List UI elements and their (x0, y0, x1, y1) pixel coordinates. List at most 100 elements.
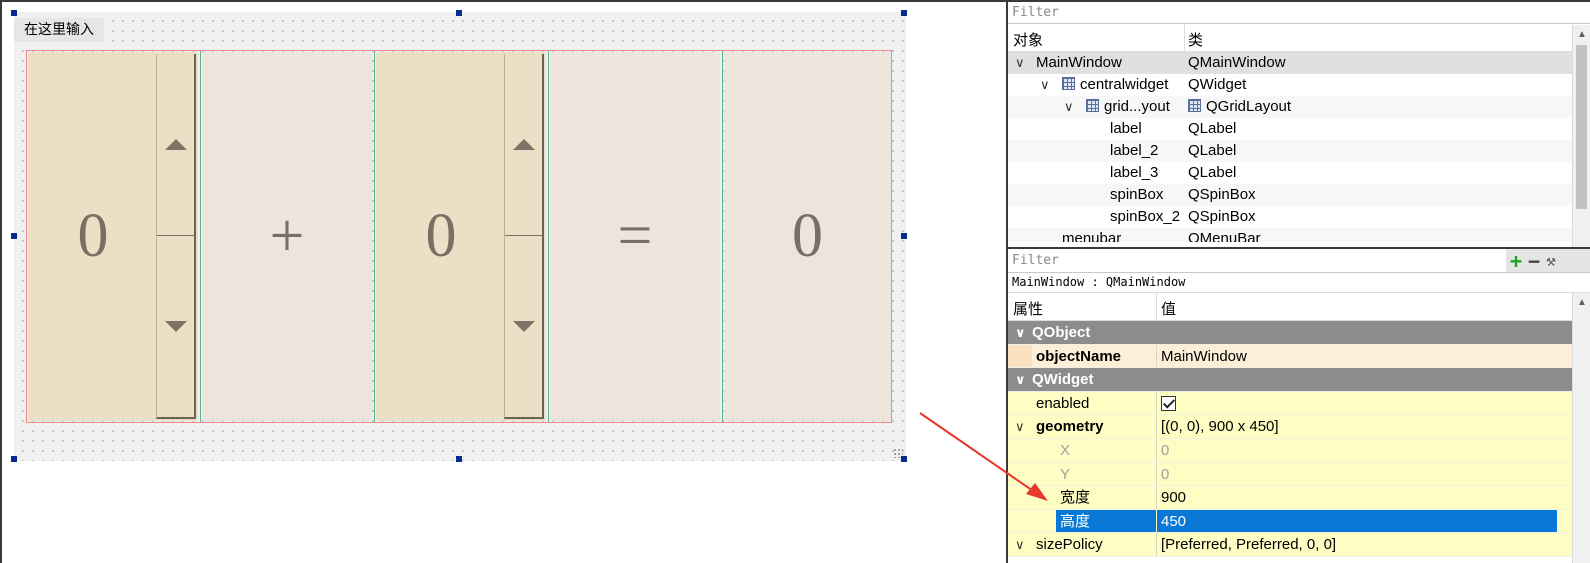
layout-icon (1188, 99, 1201, 112)
tree-row-centralwidget[interactable]: ∨ centralwidget QWidget (1008, 74, 1590, 96)
add-property-icon[interactable]: + (1510, 251, 1522, 271)
chevron-down-icon[interactable]: ∨ (1015, 415, 1025, 438)
property-editor: Filter + − ⚒ MainWindow : QMainWindow 属性… (1006, 247, 1590, 563)
remove-property-icon[interactable]: − (1528, 251, 1540, 271)
value-separator (1156, 533, 1157, 556)
prop-row-y[interactable]: Y 0 (1008, 462, 1590, 487)
tree-item-name: menubar (1062, 230, 1122, 242)
prop-row-sizepolicy[interactable]: ∨ sizePolicy [Preferred, Preferred, 0, 0… (1008, 533, 1590, 557)
property-header: 属性 值 (1008, 293, 1590, 321)
value-separator (1156, 391, 1157, 415)
prop-value[interactable]: 0 (1161, 439, 1169, 462)
tree-item-class: QGridLayout (1206, 98, 1292, 115)
label-equals[interactable]: = (550, 52, 720, 421)
selection-handle[interactable] (901, 456, 907, 462)
tree-item-class: QSpinBox (1188, 208, 1256, 225)
header-property[interactable]: 属性 (1013, 298, 1043, 319)
column-separator[interactable] (1156, 293, 1157, 321)
tree-row-gridlayout[interactable]: ∨ grid...yout QGridLayout (1008, 96, 1590, 118)
scroll-up-icon[interactable]: ▲ (1573, 27, 1590, 43)
tree-item-name: label_2 (1110, 142, 1159, 159)
header-value[interactable]: 值 (1161, 298, 1176, 319)
prop-name: X (1060, 441, 1071, 459)
tree-row-mainwindow[interactable]: ∨ MainWindow QMainWindow (1008, 52, 1590, 74)
tree-row-label[interactable]: label QLabel (1008, 118, 1590, 140)
prop-row-geometry[interactable]: ∨ geometry [(0, 0), 900 x 450] (1008, 415, 1590, 439)
label-plus[interactable]: + (202, 52, 372, 421)
spinbox-1-up-button[interactable] (157, 54, 194, 236)
spinbox-1-value[interactable]: 0 (28, 52, 158, 421)
grid-divider (200, 51, 201, 422)
prop-value[interactable]: [Preferred, Preferred, 0, 0] (1161, 533, 1336, 556)
selection-handle[interactable] (901, 233, 907, 239)
plus-sign: + (269, 202, 305, 270)
tree-item-class: QLabel (1188, 164, 1237, 181)
property-toolbar: + − ⚒ (1506, 249, 1590, 272)
prop-row-height[interactable]: 高度 450 (1008, 509, 1590, 534)
spinbox-2[interactable]: 0 (376, 52, 546, 421)
tree-item-name: grid...yout (1104, 98, 1170, 115)
prop-row-x[interactable]: X 0 (1008, 438, 1590, 463)
prop-value[interactable]: 0 (1161, 463, 1169, 486)
prop-value[interactable]: [(0, 0), 900 x 450] (1161, 415, 1279, 438)
property-filter-input[interactable]: Filter (1012, 253, 1059, 268)
tree-row-label-2[interactable]: label_2 QLabel (1008, 140, 1590, 162)
tree-row-label-3[interactable]: label_3 QLabel (1008, 162, 1590, 184)
chevron-down-icon[interactable]: ∨ (1064, 96, 1074, 118)
prop-value[interactable]: MainWindow (1161, 345, 1247, 368)
spinbox-2-value[interactable]: 0 (376, 52, 506, 421)
chevron-down-icon[interactable]: ∨ (1015, 533, 1025, 556)
main-window-form[interactable]: 在这里输入 0 + 0 = 0 (14, 12, 906, 461)
spinbox-1[interactable]: 0 (28, 52, 198, 421)
column-separator[interactable] (1184, 24, 1185, 52)
prop-row-width[interactable]: 宽度 900 (1008, 486, 1590, 510)
chevron-down-icon[interactable]: ∨ (1015, 368, 1026, 391)
prop-value[interactable]: 900 (1161, 486, 1186, 509)
header-object[interactable]: 对象 (1013, 29, 1043, 50)
value-separator (1156, 486, 1157, 509)
wrench-icon[interactable]: ⚒ (1546, 251, 1556, 270)
tree-item-name: MainWindow (1036, 54, 1122, 71)
selection-handle[interactable] (11, 10, 17, 16)
group-label: QWidget (1032, 371, 1094, 389)
chevron-down-icon[interactable]: ∨ (1040, 74, 1050, 96)
tree-item-class: QWidget (1188, 76, 1247, 93)
spinbox-2-down-button[interactable] (505, 236, 542, 418)
label-result[interactable]: 0 (724, 52, 891, 421)
arrow-down-icon (512, 320, 535, 332)
chevron-down-icon[interactable]: ∨ (1015, 52, 1025, 74)
tree-row-menubar[interactable]: menubar QMenuBar (1008, 228, 1590, 242)
property-editor-scrollbar[interactable]: ▲ (1572, 293, 1590, 563)
selection-handle[interactable] (11, 456, 17, 462)
tree-row-spinbox[interactable]: spinBox QSpinBox (1008, 184, 1590, 206)
scrollbar-thumb[interactable] (1576, 45, 1587, 209)
row-indent (1008, 344, 1032, 368)
tree-item-class: QSpinBox (1188, 186, 1256, 203)
tree-row-spinbox-2[interactable]: spinBox_2 QSpinBox (1008, 206, 1590, 228)
group-qobject[interactable]: ∨ QObject (1008, 321, 1590, 345)
object-filter-input[interactable]: Filter (1008, 2, 1590, 24)
spinbox-1-buttons (156, 54, 196, 419)
prop-row-objectname[interactable]: objectName MainWindow (1008, 344, 1590, 369)
tree-item-name: centralwidget (1080, 76, 1169, 93)
grid-layout[interactable]: 0 + 0 = 0 (26, 50, 892, 423)
scroll-up-icon[interactable]: ▲ (1573, 295, 1590, 311)
prop-value[interactable]: 450 (1161, 510, 1186, 533)
spinbox-2-up-button[interactable] (505, 54, 542, 236)
object-inspector-scrollbar[interactable]: ▲ (1572, 25, 1590, 247)
group-qwidget[interactable]: ∨ QWidget (1008, 368, 1590, 392)
chevron-down-icon[interactable]: ∨ (1015, 321, 1026, 344)
menubar-type-here[interactable]: 在这里输入 (14, 18, 104, 42)
prop-value[interactable] (1161, 392, 1176, 415)
grid-divider (548, 51, 549, 422)
selection-handle[interactable] (11, 233, 17, 239)
prop-row-enabled[interactable]: enabled (1008, 391, 1590, 416)
value-separator (1156, 462, 1157, 486)
header-class[interactable]: 类 (1188, 29, 1203, 50)
spinbox-1-down-button[interactable] (157, 236, 194, 418)
arrow-up-icon (164, 138, 187, 150)
selection-handle[interactable] (456, 10, 462, 16)
selection-handle[interactable] (456, 456, 462, 462)
selection-handle[interactable] (901, 10, 907, 16)
checkbox-checked-icon[interactable] (1161, 395, 1176, 411)
